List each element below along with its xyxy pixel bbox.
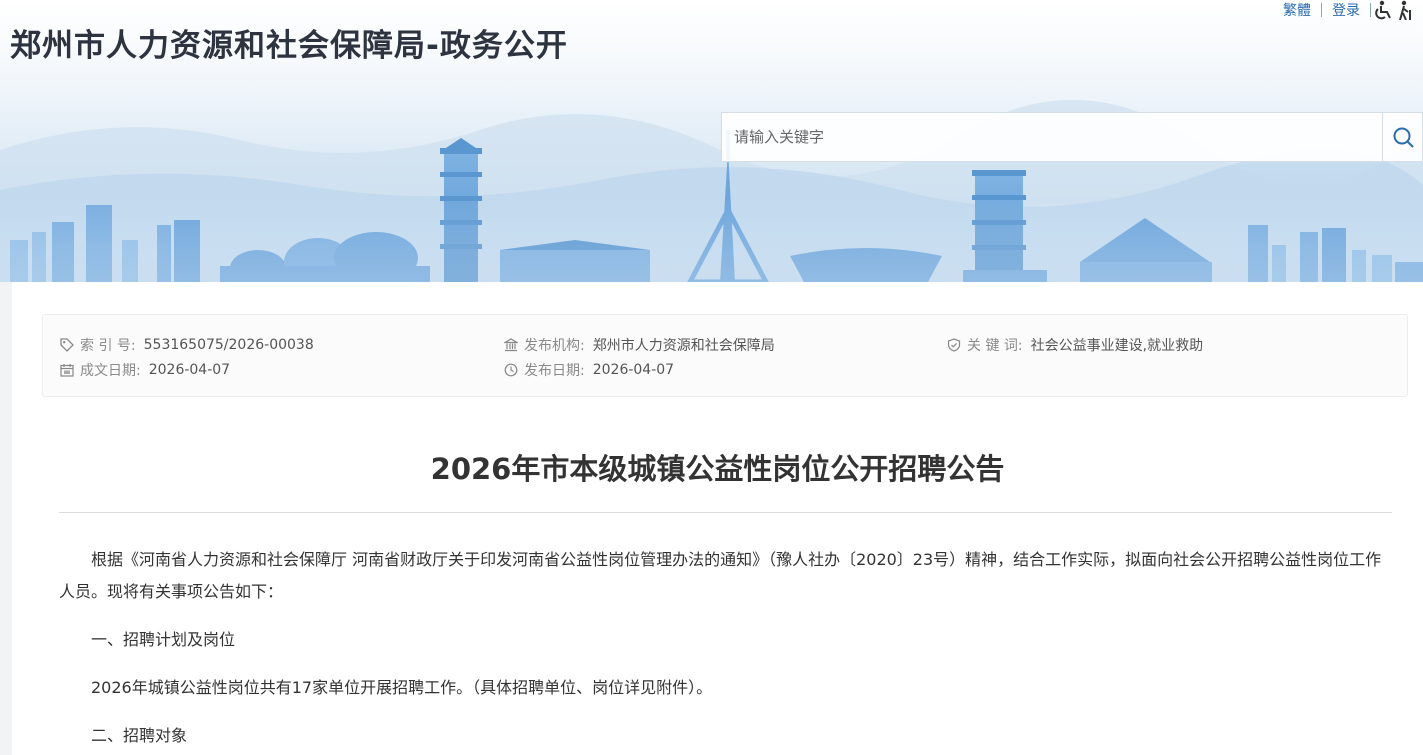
top-utility-links: 繁體 登录 [1273,0,1423,21]
search-button[interactable] [1382,113,1422,161]
clock-icon [504,363,518,377]
site-title[interactable]: 郑州市人力资源和社会保障局-政务公开 [10,20,568,65]
document-metadata-panel: 索 引 号: 553165075/2026-00038 成文日期: 2026-0… [42,314,1408,397]
meta-index-number: 索 引 号: 553165075/2026-00038 [60,335,314,355]
meta-publisher: 发布机构: 郑州市人力资源和社会保障局 [504,335,775,355]
meta-keywords: 关 键 词: 社会公益事业建设,就业救助 [947,335,1203,355]
article-title: 2026年市本级城镇公益性岗位公开招聘公告 [430,452,1005,486]
paragraph-positions: 2026年城镇公益性岗位共有17家单位开展招聘工作。（具体招聘单位、岗位详见附件… [91,678,713,697]
search-bar [721,112,1423,162]
meta-document-date: 成文日期: 2026-04-07 [60,360,230,380]
traditional-chinese-link[interactable]: 繁體 [1273,0,1321,20]
title-divider [59,512,1392,513]
header-banner: 郑州市人力资源和社会保障局-政务公开 繁體 登录 [0,0,1423,282]
calendar-icon [60,364,74,377]
meta-publish-date: 发布日期: 2026-04-07 [504,360,674,380]
shield-check-icon [947,338,961,352]
article-container: 索 引 号: 553165075/2026-00038 成文日期: 2026-0… [12,282,1423,755]
search-icon [1393,127,1414,148]
tag-icon [60,338,74,352]
login-link[interactable]: 登录 [1322,0,1370,20]
institution-icon [504,338,518,352]
accessibility-icon[interactable] [1371,0,1397,20]
elder-mode-icon[interactable] [1397,0,1423,21]
paragraph-intro: 根据《河南省人力资源和社会保障厅 河南省财政厅关于印发河南省公益性岗位管理办法的… [59,550,1382,601]
article-body: 根据《河南省人力资源和社会保障厅 河南省财政厅关于印发河南省公益性岗位管理办法的… [59,544,1395,755]
section-heading-recruitment-targets: 二、招聘对象 [91,726,188,745]
search-input[interactable] [722,113,1382,161]
section-heading-recruitment-plan: 一、招聘计划及岗位 [91,630,236,649]
